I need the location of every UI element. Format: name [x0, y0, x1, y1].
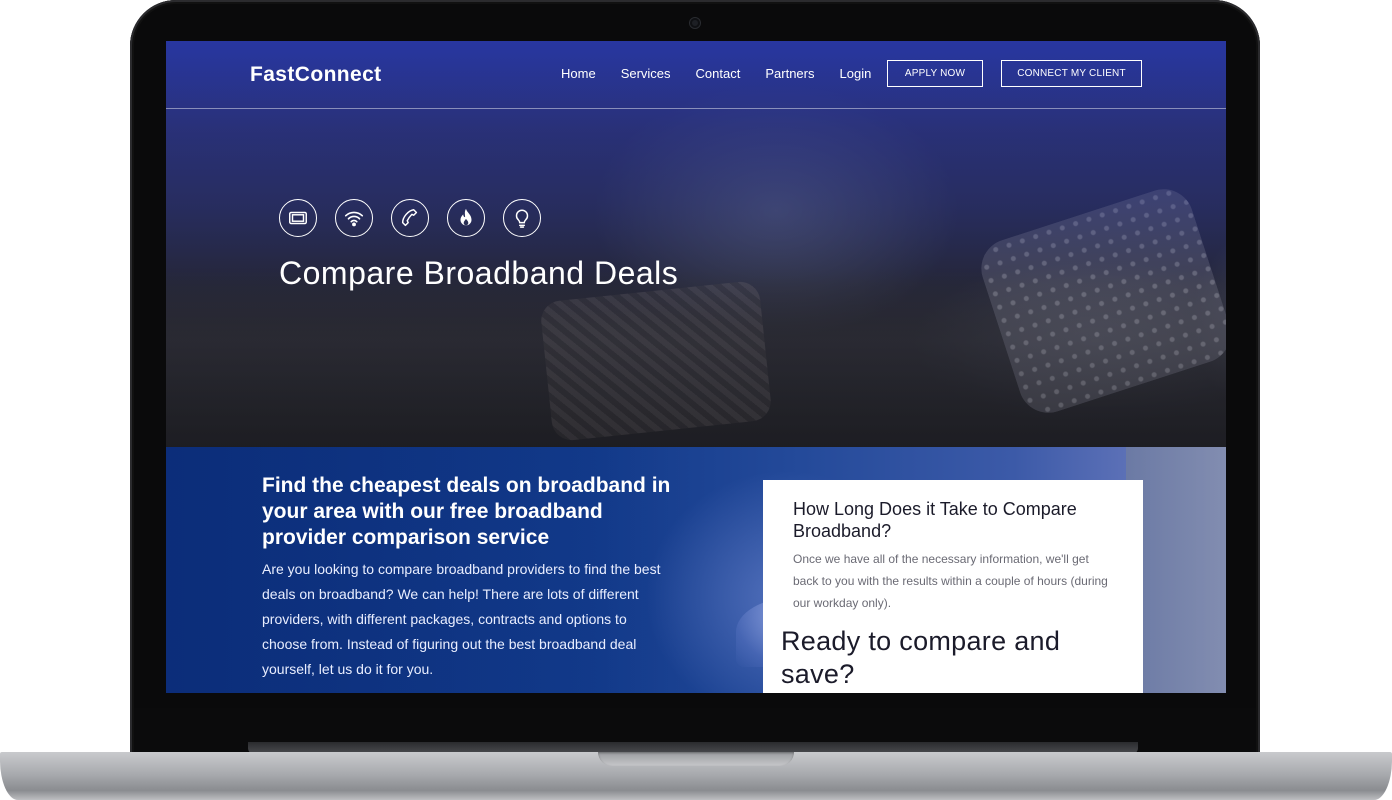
webcam — [690, 18, 700, 28]
intro-paragraph: Are you looking to compare broadband pro… — [262, 561, 661, 677]
top-navigation: FastConnect Home Services Contact Partne… — [166, 41, 1226, 109]
apply-now-button[interactable]: APPLY NOW — [887, 60, 983, 87]
info-card: How Long Does it Take to Compare Broadba… — [763, 480, 1143, 693]
intro-section: Find the cheapest deals on broadband in … — [166, 447, 1226, 693]
hero-section: FastConnect Home Services Contact Partne… — [166, 41, 1226, 447]
card-title: How Long Does it Take to Compare Broadba… — [793, 499, 1077, 541]
connect-my-client-button[interactable]: CONNECT MY CLIENT — [1001, 60, 1142, 87]
card-text: Once we have all of the necessary inform… — [793, 552, 1108, 610]
lightbulb-icon[interactable] — [503, 199, 541, 237]
laptop-notch — [598, 752, 794, 766]
hero-title: Compare Broadband Deals — [279, 255, 679, 291]
card-cta-heading: Ready to compare and save? — [781, 626, 1061, 689]
nav-link-partners[interactable]: Partners — [765, 66, 814, 81]
nav-links: Home Services Contact Partners Login — [561, 66, 871, 81]
nav-link-home[interactable]: Home — [561, 66, 596, 81]
service-icons — [279, 199, 541, 237]
flame-icon[interactable] — [447, 199, 485, 237]
nav-link-services[interactable]: Services — [621, 66, 671, 81]
nav-link-contact[interactable]: Contact — [696, 66, 741, 81]
intro-heading: Find the cheapest deals on broadband in … — [262, 474, 671, 549]
nav-link-login[interactable]: Login — [840, 66, 872, 81]
website-screen: FastConnect Home Services Contact Partne… — [166, 41, 1226, 693]
intro-text: Find the cheapest deals on broadband in … — [262, 473, 672, 682]
phone-icon[interactable] — [391, 199, 429, 237]
tv-icon[interactable] — [279, 199, 317, 237]
brand-logo[interactable]: FastConnect — [250, 63, 382, 87]
wifi-icon[interactable] — [335, 199, 373, 237]
